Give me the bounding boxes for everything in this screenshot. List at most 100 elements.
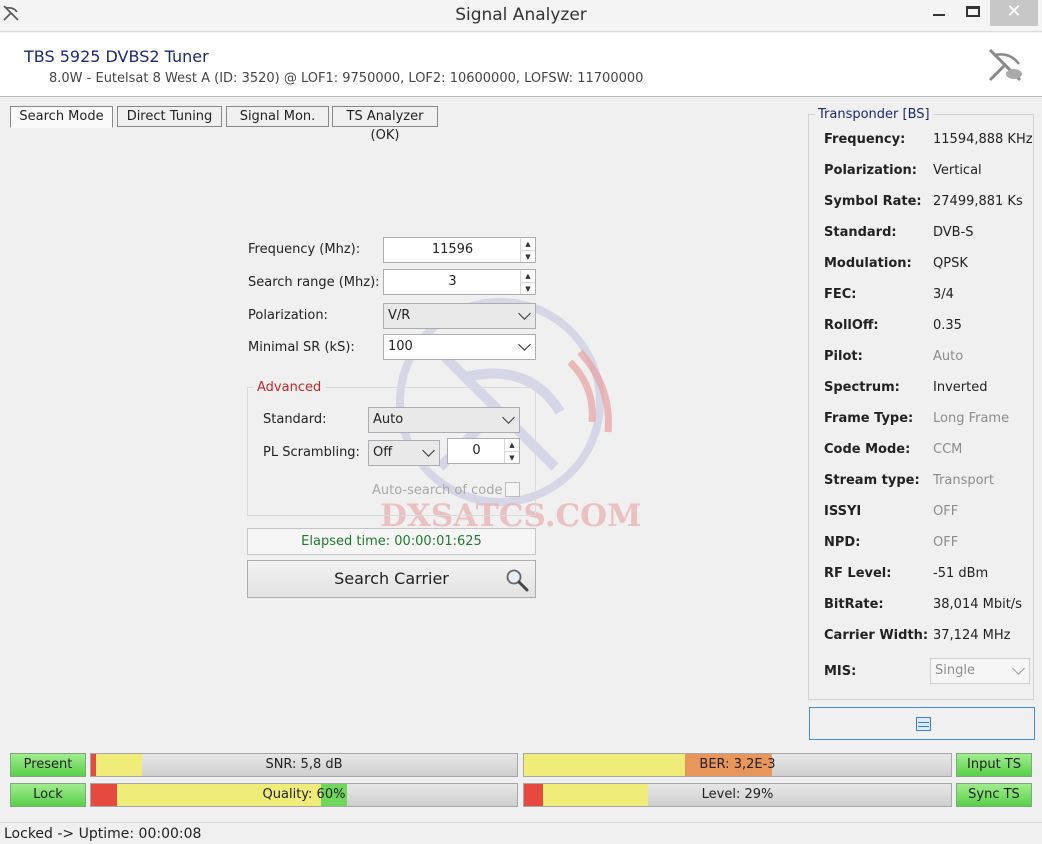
arrow-down-icon[interactable]: ▼ [505,451,519,463]
tp-polarization-key: Polarization: [824,163,917,178]
quality-meter: Quality: 60% [90,783,518,807]
transponder-list-button[interactable] [809,707,1035,740]
search-carrier-button[interactable]: Search Carrier [247,560,536,598]
tp-polarization-value: Vertical [933,163,982,178]
level-meter: Level: 29% [523,783,952,807]
tp-frequency-key: Frequency: [824,132,906,147]
tp-mis-key: MIS: [824,664,857,679]
elapsed-time: Elapsed time: 00:00:01:625 [247,528,536,555]
tp-frame-type-value: Long Frame [933,411,1010,426]
frequency-value[interactable]: 11596 [384,238,521,262]
status-text: Locked -> Uptime: 00:00:08 [4,826,202,842]
tp-standard-key: Standard: [824,225,897,240]
tp-stream-type-value: Transport [933,473,995,488]
tp-fec-value: 3/4 [933,287,954,302]
tp-symbol-rate-value: 27499,881 Ks [933,194,1023,209]
tp-frequency-value: 11594,888 KHz [933,132,1033,147]
present-indicator: Present [10,753,86,777]
advanced-title: Advanced [253,380,326,395]
tp-pilot-value: Auto [933,349,964,364]
tab-ts-analyzer[interactable]: TS Analyzer (OK) [332,106,438,143]
tab-search-mode[interactable]: Search Mode [10,106,113,128]
tp-symbol-rate-key: Symbol Rate: [824,194,922,209]
standard-label: Standard: [263,412,327,427]
tp-issyi-key: ISSYI [824,504,862,519]
tp-rolloff-key: RollOff: [824,318,879,333]
tp-rf-level-value: -51 dBm [933,566,989,581]
tp-rolloff-value: 0.35 [933,318,962,333]
minimize-icon [933,14,945,16]
pl-scrambling-value: Off [373,445,393,460]
minimize-button[interactable] [922,0,956,26]
title-bar: Signal Analyzer ✕ [0,0,1042,32]
search-range-label: Search range (Mhz): [248,275,380,290]
pl-scrambling-label: PL Scrambling: [263,445,360,460]
lock-indicator: Lock [10,783,86,807]
pl-code-value[interactable]: 0 [448,439,505,463]
arrow-down-icon[interactable]: ▼ [521,282,535,294]
chevron-down-icon [422,444,435,457]
mis-value: Single [935,663,975,678]
ber-meter: BER: 3,2E-3 [523,753,952,777]
tp-rf-level-key: RF Level: [824,566,892,581]
minimal-sr-value: 100 [388,339,413,354]
frequency-stepper-arrows[interactable]: ▲ ▼ [520,238,535,262]
close-button[interactable]: ✕ [990,0,1038,26]
snr-meter: SNR: 5,8 dB [90,753,518,777]
polarization-value: V/R [388,308,411,323]
search-range-stepper-arrows[interactable]: ▲ ▼ [520,270,535,294]
pl-code-stepper-arrows[interactable]: ▲ ▼ [504,439,519,463]
snr-label: SNR: 5,8 dB [265,757,343,772]
sync-ts-indicator: Sync TS [956,783,1032,807]
chevron-down-icon [502,411,515,424]
tp-standard-value: DVB-S [933,225,974,240]
pl-scrambling-select[interactable]: Off [368,440,440,466]
search-range-value[interactable]: 3 [384,270,521,294]
tab-signal-monitor[interactable]: Signal Mon. [226,106,329,127]
tp-issyi-value: OFF [933,504,959,519]
tp-npd-value: OFF [933,535,959,550]
tp-stream-type-key: Stream type: [824,473,920,488]
standard-select[interactable]: Auto [368,407,520,433]
arrow-up-icon[interactable]: ▲ [521,238,535,250]
tp-spectrum-key: Spectrum: [824,380,900,395]
mis-select[interactable]: Single [930,658,1030,684]
minimal-sr-label: Minimal SR (kS): [248,340,355,355]
status-bar: Locked -> Uptime: 00:00:08 [0,822,1042,844]
frequency-stepper[interactable]: 11596 ▲ ▼ [383,237,536,263]
tp-bitrate-value: 38,014 Mbit/s [933,597,1022,612]
polarization-label: Polarization: [248,308,328,323]
satellite-info: 8.0W - Eutelsat 8 West A (ID: 3520) @ LO… [49,71,644,86]
satellite-logo-icon [988,48,1022,82]
tp-code-mode-value: CCM [933,442,963,457]
transponder-title: Transponder [BS] [815,107,933,122]
search-range-stepper[interactable]: 3 ▲ ▼ [383,269,536,295]
tuner-name: TBS 5925 DVBS2 Tuner [24,47,209,66]
tp-carrier-width-value: 37,124 MHz [933,628,1011,643]
level-label: Level: 29% [701,787,774,802]
polarization-select[interactable]: V/R [383,303,536,329]
tp-modulation-value: QPSK [933,256,968,271]
arrow-up-icon[interactable]: ▲ [521,270,535,282]
quality-label: Quality: 60% [262,787,346,802]
close-icon: ✕ [1006,1,1022,22]
tp-spectrum-value: Inverted [933,380,988,395]
chevron-down-icon [518,338,531,351]
maximize-button[interactable] [956,0,990,26]
tab-direct-tuning[interactable]: Direct Tuning [117,106,222,127]
auto-search-label: Auto-search of code [372,483,503,498]
arrow-down-icon[interactable]: ▼ [521,250,535,262]
auto-search-checkbox[interactable] [505,482,520,497]
input-ts-indicator: Input TS [956,753,1032,777]
minimal-sr-select[interactable]: 100 [383,334,536,360]
ber-label: BER: 3,2E-3 [699,757,776,772]
pl-code-stepper[interactable]: 0 ▲ ▼ [447,438,520,464]
list-icon [916,717,931,731]
chevron-down-icon [518,307,531,320]
tp-carrier-width-key: Carrier Width: [824,628,929,643]
arrow-up-icon[interactable]: ▲ [505,439,519,451]
tp-code-mode-key: Code Mode: [824,442,911,457]
tp-frame-type-key: Frame Type: [824,411,914,426]
search-carrier-label: Search Carrier [334,569,449,588]
tp-pilot-key: Pilot: [824,349,863,364]
